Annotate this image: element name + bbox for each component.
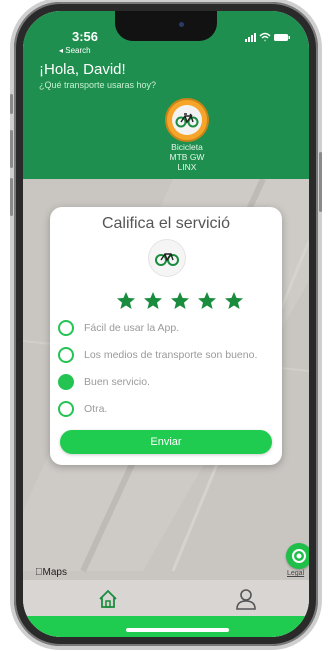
phone-frame: ¡Hola, David! ¿Qué transporte usaras hoy… bbox=[10, 2, 322, 646]
star-icon[interactable] bbox=[116, 291, 136, 311]
star-icon[interactable] bbox=[143, 291, 163, 311]
user-icon bbox=[236, 589, 256, 610]
battery-icon bbox=[274, 34, 290, 41]
option-easy-to-use[interactable]: Fácil de usar la App. bbox=[58, 319, 278, 341]
notch bbox=[115, 11, 217, 41]
status-time: 3:56 bbox=[72, 29, 99, 44]
option-good-service[interactable]: Buen servicio. bbox=[58, 373, 278, 395]
option-transport-quality[interactable]: Los medios de transporte son bueno. bbox=[58, 346, 278, 368]
option-label: Otra. bbox=[84, 403, 108, 415]
option-label: Fácil de usar la App. bbox=[84, 322, 180, 334]
back-to-search-link[interactable]: ◂ Search bbox=[59, 46, 91, 55]
status-bar: 3:56 ◂ Search bbox=[23, 11, 309, 55]
bicycle-icon bbox=[155, 253, 179, 266]
mute-switch bbox=[10, 94, 13, 114]
option-other[interactable]: Otra. bbox=[58, 400, 278, 422]
radio-button[interactable] bbox=[58, 347, 74, 363]
screen: ¡Hola, David! ¿Qué transporte usaras hoy… bbox=[23, 11, 309, 637]
location-target-icon bbox=[292, 549, 306, 563]
star-icon[interactable] bbox=[170, 291, 190, 311]
home-indicator[interactable] bbox=[126, 628, 229, 632]
option-label: Los medios de transporte son bueno. bbox=[84, 349, 258, 361]
vehicle-name-line: MTB GW bbox=[169, 152, 205, 162]
submit-button[interactable]: Enviar bbox=[60, 430, 272, 454]
locate-me-button[interactable] bbox=[286, 543, 309, 569]
modal-vehicle-icon bbox=[149, 240, 185, 276]
radio-button[interactable] bbox=[58, 401, 74, 417]
modal-title: Califica el servició bbox=[101, 215, 231, 232]
legal-link[interactable]: Legal bbox=[287, 570, 304, 577]
vehicle-name-line: Bicicleta bbox=[171, 142, 203, 152]
star-icon[interactable] bbox=[197, 291, 217, 311]
wifi-icon bbox=[259, 32, 271, 42]
maps-attribution: Maps bbox=[35, 567, 67, 578]
star-rating[interactable] bbox=[116, 291, 246, 309]
bicycle-icon bbox=[175, 113, 199, 128]
greeting-subtitle: ¿Qué transporte usaras hoy? bbox=[39, 80, 157, 90]
signal-icon bbox=[245, 33, 256, 42]
vehicle-name: Bicicleta MTB GW LINX bbox=[143, 142, 231, 172]
tab-profile[interactable] bbox=[231, 584, 261, 614]
maps-attribution-text: Maps bbox=[35, 567, 67, 578]
bottom-accent-bar bbox=[23, 616, 309, 637]
volume-down-button bbox=[10, 178, 13, 216]
vehicle-avatar[interactable] bbox=[167, 100, 207, 140]
rating-modal: Califica el servició Fácil de usar la Ap… bbox=[50, 207, 282, 465]
power-button bbox=[319, 152, 322, 212]
radio-button[interactable] bbox=[58, 374, 74, 390]
status-icons bbox=[245, 32, 290, 42]
volume-up-button bbox=[10, 130, 13, 168]
tab-home[interactable] bbox=[93, 584, 123, 614]
home-icon bbox=[99, 589, 117, 608]
option-label: Buen servicio. bbox=[84, 376, 150, 388]
star-icon[interactable] bbox=[224, 291, 244, 311]
apple-logo-icon:  bbox=[35, 567, 43, 578]
vehicle-name-line: LINX bbox=[177, 162, 197, 172]
radio-button[interactable] bbox=[58, 320, 74, 336]
greeting-title: ¡Hola, David! bbox=[39, 61, 126, 78]
